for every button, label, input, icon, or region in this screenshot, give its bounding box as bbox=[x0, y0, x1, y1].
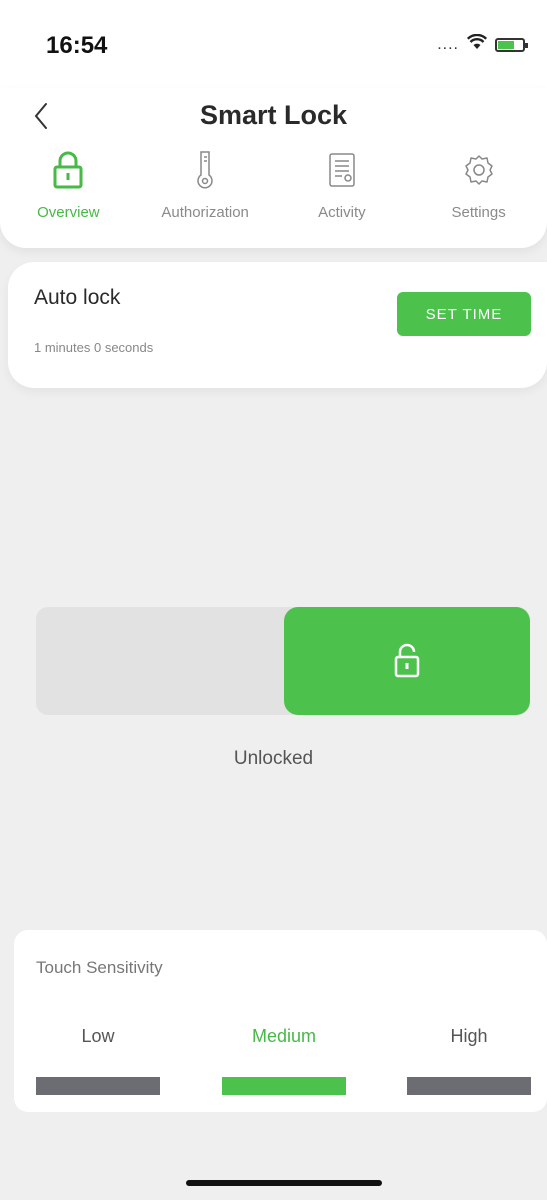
lock-slider-thumb[interactable] bbox=[284, 607, 530, 715]
tab-label: Activity bbox=[318, 204, 366, 221]
unlocked-padlock-icon bbox=[394, 643, 420, 678]
signal-icon: .... bbox=[437, 35, 459, 53]
sensitivity-option-high[interactable]: High bbox=[407, 1026, 531, 1047]
header-card: Smart Lock Overview Authorization Activi… bbox=[0, 88, 547, 248]
tab-activity[interactable]: Activity bbox=[274, 148, 411, 221]
lock-status-label: Unlocked bbox=[233, 748, 314, 769]
auto-lock-duration: 1 minutes 0 seconds bbox=[34, 340, 154, 355]
status-bar: 16:54 .... bbox=[0, 0, 547, 88]
home-indicator[interactable] bbox=[186, 1180, 382, 1186]
page-title: Smart Lock bbox=[199, 100, 348, 130]
sensitivity-option-low[interactable]: Low bbox=[36, 1026, 160, 1047]
sensitivity-option-medium[interactable]: Medium bbox=[222, 1026, 346, 1047]
touch-sensitivity-card: Touch Sensitivity Low Medium High bbox=[14, 930, 547, 1112]
tab-bar: Overview Authorization Activity Settings bbox=[0, 148, 547, 221]
tab-label: Overview bbox=[37, 204, 100, 221]
gear-icon bbox=[459, 148, 499, 192]
lock-slider[interactable] bbox=[36, 607, 530, 715]
tab-settings[interactable]: Settings bbox=[410, 148, 547, 221]
sensitivity-bar-low[interactable] bbox=[36, 1077, 160, 1095]
battery-icon bbox=[495, 37, 528, 52]
tab-label: Authorization bbox=[161, 204, 249, 221]
status-time: 16:54 bbox=[46, 32, 108, 59]
touch-sensitivity-title: Touch Sensitivity bbox=[36, 958, 163, 977]
wifi-icon bbox=[466, 33, 488, 55]
lock-icon bbox=[48, 148, 88, 192]
tab-overview[interactable]: Overview bbox=[0, 148, 137, 221]
auto-lock-card: Auto lock 1 minutes 0 seconds SET TIME bbox=[8, 262, 547, 388]
auto-lock-title: Auto lock bbox=[34, 286, 121, 309]
sensitivity-bar-high[interactable] bbox=[407, 1077, 531, 1095]
status-icons: .... bbox=[437, 33, 528, 55]
tab-label: Settings bbox=[451, 204, 506, 221]
set-time-button[interactable]: SET TIME bbox=[397, 292, 531, 336]
tab-authorization[interactable]: Authorization bbox=[137, 148, 274, 221]
sensitivity-bar-medium[interactable] bbox=[222, 1077, 346, 1095]
key-icon bbox=[185, 148, 225, 192]
log-icon bbox=[322, 148, 362, 192]
